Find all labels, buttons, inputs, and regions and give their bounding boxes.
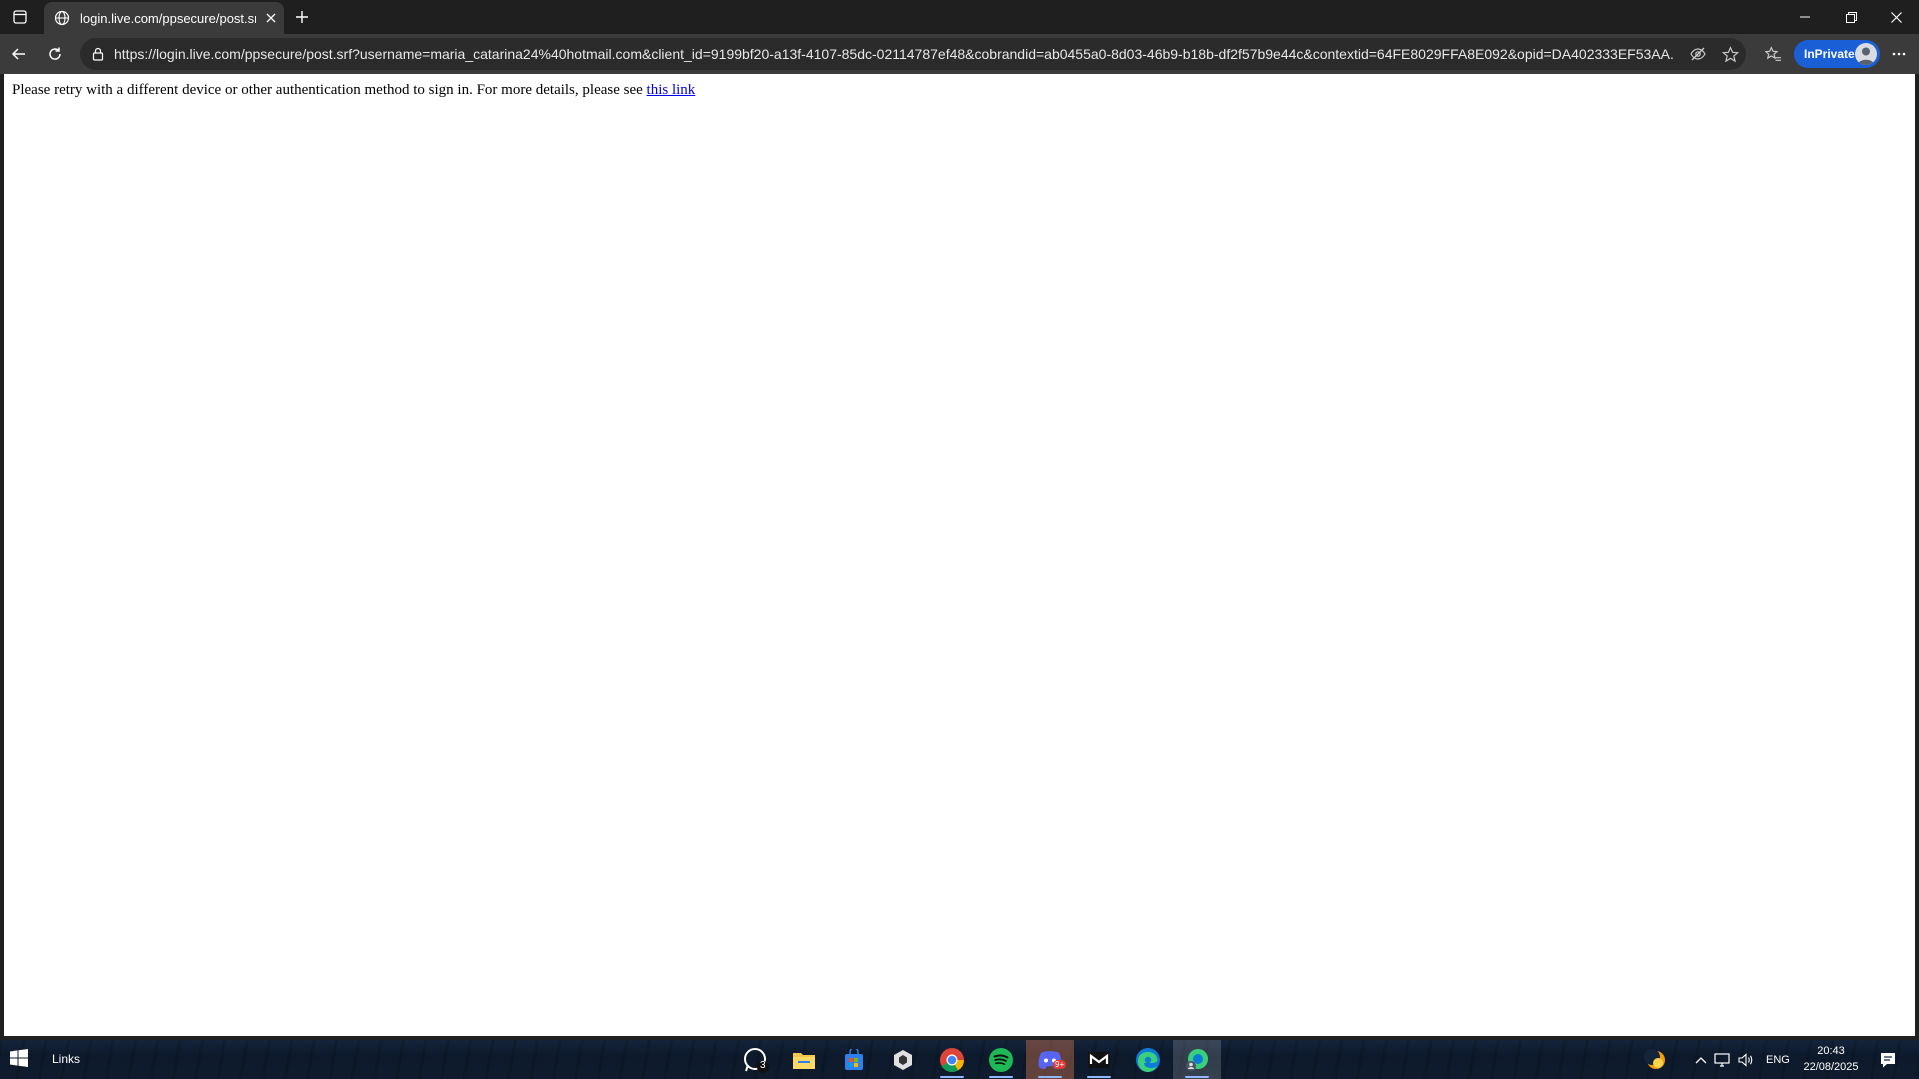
taskbar: Links 3 9+ ENG 20:43 22/08/2025 bbox=[0, 1040, 1919, 1079]
spotify-icon bbox=[989, 1047, 1013, 1072]
unity-icon bbox=[894, 1049, 912, 1070]
close-icon bbox=[1890, 11, 1902, 23]
running-indicator bbox=[1038, 1076, 1062, 1078]
restore-icon bbox=[1845, 11, 1857, 23]
notifications-button[interactable] bbox=[1864, 1040, 1912, 1079]
browser-tab-bar: login.live.com/ppsecure/post.srf? bbox=[0, 0, 1919, 34]
volume-icon[interactable] bbox=[1734, 1052, 1758, 1067]
close-window-button[interactable] bbox=[1873, 0, 1919, 34]
discord-badge: 9+ bbox=[1053, 1060, 1067, 1069]
taskbar-app-unity[interactable] bbox=[879, 1040, 927, 1079]
language-indicator[interactable]: ENG bbox=[1766, 1054, 1790, 1066]
edge-icon bbox=[1136, 1047, 1160, 1072]
plus-icon bbox=[296, 11, 308, 23]
minimize-button[interactable] bbox=[1782, 0, 1828, 34]
details-link[interactable]: this link bbox=[647, 82, 696, 98]
taskbar-search-label[interactable]: Links bbox=[52, 1052, 80, 1066]
taskbar-app-whatsapp[interactable]: 3 bbox=[732, 1040, 780, 1079]
lock-icon[interactable] bbox=[88, 44, 108, 64]
address-bar[interactable]: https://login.live.com/ppsecure/post.srf… bbox=[80, 38, 1746, 70]
taskbar-app-mail[interactable] bbox=[1075, 1040, 1123, 1079]
mail-icon bbox=[1088, 1051, 1110, 1068]
taskbar-app-spotify[interactable] bbox=[977, 1040, 1025, 1079]
chrome-icon bbox=[940, 1047, 964, 1072]
add-favorite-button[interactable] bbox=[1716, 40, 1744, 68]
chevron-up-icon[interactable] bbox=[1692, 1056, 1710, 1064]
back-button[interactable] bbox=[5, 40, 33, 68]
system-tray: ENG bbox=[1692, 1040, 1790, 1079]
windows-icon bbox=[10, 1049, 28, 1067]
notification-icon bbox=[1881, 1052, 1895, 1067]
taskbar-app-edge[interactable] bbox=[1124, 1040, 1172, 1079]
taskbar-app-discord[interactable]: 9+ bbox=[1026, 1040, 1074, 1079]
tab-active[interactable]: login.live.com/ppsecure/post.srf? bbox=[44, 2, 284, 34]
favorites-button[interactable] bbox=[1759, 40, 1787, 68]
eye-off-icon bbox=[1690, 47, 1706, 61]
running-indicator bbox=[1087, 1076, 1111, 1078]
error-message: Please retry with a different device or … bbox=[12, 82, 695, 99]
refresh-icon bbox=[49, 47, 61, 60]
page-content: Please retry with a different device or … bbox=[4, 74, 1915, 1036]
minimize-icon bbox=[1800, 16, 1810, 18]
clock-date: 22/08/2025 bbox=[1803, 1061, 1859, 1073]
taskbar-app-chrome[interactable] bbox=[928, 1040, 976, 1079]
clock-time: 20:43 bbox=[1817, 1045, 1845, 1057]
close-tab-icon[interactable] bbox=[262, 9, 280, 27]
arrow-left-icon bbox=[11, 48, 25, 60]
more-icon bbox=[1892, 52, 1906, 56]
taskbar-app-store[interactable] bbox=[830, 1040, 878, 1079]
folder-icon bbox=[793, 1052, 815, 1069]
running-indicator bbox=[940, 1076, 964, 1078]
taskbar-app-file-explorer[interactable] bbox=[780, 1040, 828, 1079]
globe-icon bbox=[54, 10, 70, 26]
avatar-icon bbox=[1855, 43, 1877, 65]
store-icon bbox=[845, 1048, 863, 1070]
whatsapp-badge: 3 bbox=[760, 1060, 766, 1071]
tracking-prevention-button[interactable] bbox=[1684, 40, 1712, 68]
new-tab-button[interactable] bbox=[290, 6, 314, 28]
star-icon bbox=[1721, 45, 1739, 62]
inprivate-label: InPrivate bbox=[1804, 47, 1855, 61]
running-indicator bbox=[1185, 1076, 1209, 1078]
restore-button[interactable] bbox=[1828, 0, 1874, 34]
taskbar-app-edge-inprivate[interactable] bbox=[1173, 1040, 1221, 1079]
edge-inprivate-icon bbox=[1186, 1048, 1208, 1071]
weather-widget[interactable] bbox=[1632, 1040, 1680, 1079]
error-message-text: Please retry with a different device or … bbox=[12, 82, 647, 98]
settings-more-button[interactable] bbox=[1885, 40, 1913, 68]
browser-toolbar: https://login.live.com/ppsecure/post.srf… bbox=[0, 34, 1919, 74]
tab-title: login.live.com/ppsecure/post.srf? bbox=[80, 10, 256, 26]
favorites-icon bbox=[1764, 45, 1781, 61]
network-icon[interactable] bbox=[1710, 1052, 1734, 1067]
inprivate-button[interactable]: InPrivate bbox=[1794, 40, 1880, 68]
url-text[interactable]: https://login.live.com/ppsecure/post.srf… bbox=[114, 46, 1674, 62]
weather-moon-icon bbox=[1644, 1048, 1665, 1069]
tab-actions-button[interactable] bbox=[8, 6, 32, 28]
running-indicator bbox=[989, 1076, 1013, 1078]
tab-actions-icon bbox=[13, 10, 27, 24]
start-button[interactable] bbox=[10, 1049, 32, 1071]
clock[interactable]: 20:43 22/08/2025 bbox=[1796, 1043, 1866, 1075]
refresh-button[interactable] bbox=[41, 40, 69, 68]
